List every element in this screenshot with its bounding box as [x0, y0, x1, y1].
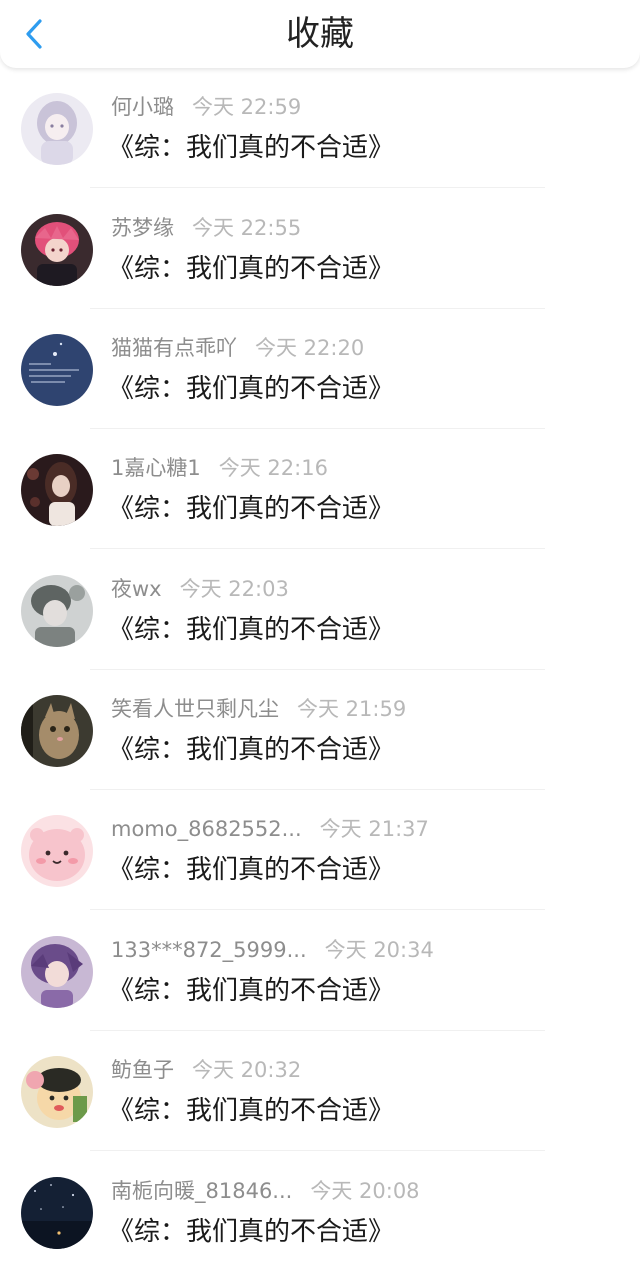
avatar[interactable] — [21, 1056, 93, 1128]
avatar[interactable] — [21, 334, 93, 406]
timestamp: 今天 22:20 — [255, 336, 365, 360]
page-title: 收藏 — [286, 14, 354, 54]
favorite-title[interactable]: 《综：我们真的不合适》 — [108, 1214, 394, 1250]
avatar[interactable] — [21, 815, 93, 887]
avatar[interactable] — [21, 1177, 93, 1249]
username[interactable]: 笑看人世只剩凡尘 — [111, 697, 279, 721]
avatar[interactable] — [21, 93, 93, 165]
timestamp: 今天 22:59 — [192, 95, 302, 119]
list-item[interactable]: 何小璐 今天 22:59 《综：我们真的不合适》 — [0, 68, 640, 188]
timestamp: 今天 22:55 — [192, 216, 302, 240]
favorite-title[interactable]: 《综：我们真的不合适》 — [108, 973, 394, 1009]
list-item[interactable]: 笑看人世只剩凡尘 今天 21:59 《综：我们真的不合适》 — [0, 670, 640, 790]
list-item[interactable]: 猫猫有点乖吖 今天 22:20 《综：我们真的不合适》 — [0, 309, 640, 429]
username[interactable]: 133***872_5999... — [111, 938, 307, 962]
timestamp: 今天 22:03 — [179, 577, 289, 601]
header-bar: 收藏 — [0, 0, 640, 68]
favorite-title[interactable]: 《综：我们真的不合适》 — [108, 852, 394, 888]
favorites-page: 收藏 何小璐 今天 22:59 《综：我们真的不合适》 苏梦缘 今天 22:55… — [0, 0, 640, 1272]
avatar[interactable] — [21, 575, 93, 647]
favorite-title[interactable]: 《综：我们真的不合适》 — [108, 491, 394, 527]
favorite-title[interactable]: 《综：我们真的不合适》 — [108, 732, 394, 768]
divider — [90, 187, 545, 188]
username[interactable]: 鲂鱼子 — [111, 1058, 174, 1082]
list-item[interactable]: 133***872_5999... 今天 20:34 《综：我们真的不合适》 — [0, 911, 640, 1031]
username[interactable]: 何小璐 — [111, 95, 174, 119]
timestamp: 今天 21:37 — [319, 817, 429, 841]
list-item[interactable]: 苏梦缘 今天 22:55 《综：我们真的不合适》 — [0, 189, 640, 309]
avatar[interactable] — [21, 695, 93, 767]
favorite-title[interactable]: 《综：我们真的不合适》 — [108, 1093, 394, 1129]
username[interactable]: 猫猫有点乖吖 — [111, 336, 237, 360]
list-item[interactable]: 夜wx 今天 22:03 《综：我们真的不合适》 — [0, 550, 640, 670]
username[interactable]: 夜wx — [111, 577, 162, 601]
username[interactable]: 苏梦缘 — [111, 216, 174, 240]
avatar[interactable] — [21, 454, 93, 526]
username[interactable]: 1嘉心糖1 — [111, 456, 201, 480]
timestamp: 今天 21:59 — [297, 697, 407, 721]
timestamp: 今天 20:32 — [192, 1058, 302, 1082]
favorite-title[interactable]: 《综：我们真的不合适》 — [108, 251, 394, 287]
timestamp: 今天 20:34 — [324, 938, 434, 962]
timestamp: 今天 22:16 — [218, 456, 328, 480]
avatar[interactable] — [21, 214, 93, 286]
list-item[interactable]: 鲂鱼子 今天 20:32 《综：我们真的不合适》 — [0, 1031, 640, 1151]
list-item[interactable]: 1嘉心糖1 今天 22:16 《综：我们真的不合适》 — [0, 429, 640, 549]
favorite-title[interactable]: 《综：我们真的不合适》 — [108, 130, 394, 166]
list-item[interactable]: 南栀向暖_81846... 今天 20:08 《综：我们真的不合适》 — [0, 1152, 640, 1272]
username[interactable]: momo_8682552... — [111, 817, 302, 841]
favorite-title[interactable]: 《综：我们真的不合适》 — [108, 612, 394, 648]
favorite-title[interactable]: 《综：我们真的不合适》 — [108, 371, 394, 407]
divider — [90, 909, 545, 910]
avatar[interactable] — [21, 936, 93, 1008]
username[interactable]: 南栀向暖_81846... — [111, 1179, 292, 1203]
divider — [90, 1150, 545, 1151]
timestamp: 今天 20:08 — [310, 1179, 420, 1203]
divider — [90, 548, 545, 549]
list-item[interactable]: momo_8682552... 今天 21:37 《综：我们真的不合适》 — [0, 790, 640, 910]
